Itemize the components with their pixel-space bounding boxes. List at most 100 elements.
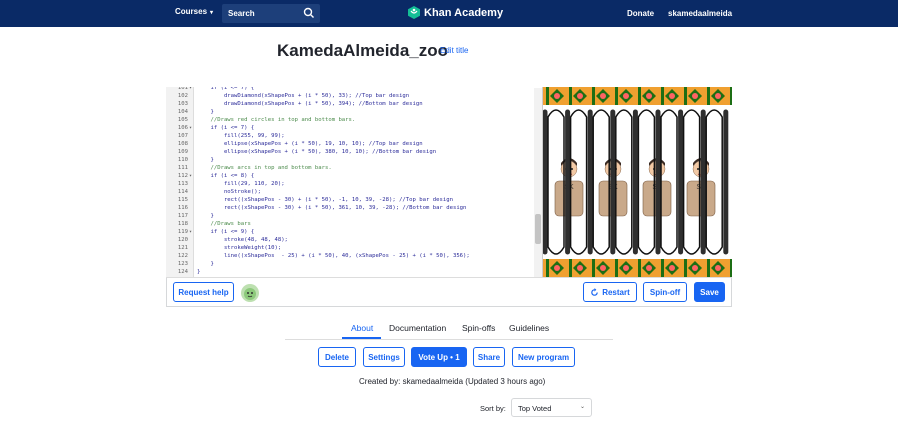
border-arc [707, 87, 710, 105]
new-program-button[interactable]: New program [512, 347, 575, 367]
border-circle [554, 265, 560, 271]
code-line[interactable]: 116 rect((xShapePos - 30) + (i * 50), 36… [166, 204, 542, 212]
scrollbar-thumb[interactable] [535, 214, 541, 244]
code-line[interactable]: 123 } [166, 260, 542, 268]
restart-label: Restart [602, 287, 630, 297]
code-line[interactable]: 122 line((xShapePos - 25) + (i * 50), 40… [166, 252, 542, 260]
user-menu[interactable]: skamedaalmeida [668, 9, 732, 18]
code-line[interactable]: 119 ▾ if (i <= 9) { [166, 228, 542, 236]
line-number: 105 [177, 117, 188, 123]
border-circle [715, 265, 721, 271]
code-line[interactable]: 110 } [166, 156, 542, 164]
fold-toggle-icon[interactable]: ▾ [189, 172, 192, 180]
program-output-canvas[interactable]: SKSKSKSK [543, 87, 732, 277]
line-number: 106 [177, 125, 188, 131]
avatar[interactable] [241, 284, 259, 302]
request-help-button[interactable]: Request help [173, 282, 234, 302]
tab-documentation[interactable]: Documentation [389, 323, 446, 333]
border-arc [546, 87, 549, 105]
courses-menu[interactable]: Courses ▾ [175, 7, 213, 16]
code-text: } [197, 213, 214, 219]
fold-toggle-icon[interactable]: ▾ [189, 124, 192, 132]
settings-button[interactable]: Settings [363, 347, 405, 367]
search-icon[interactable] [303, 7, 315, 19]
fold-toggle-icon[interactable]: ▾ [189, 228, 192, 236]
code-line[interactable]: 118 //Draws bars [166, 220, 542, 228]
border-circle [646, 93, 652, 99]
border-circle [669, 93, 675, 99]
search-box[interactable]: Search [222, 4, 320, 23]
program-title: KamedaAlmeida_zoo [277, 41, 448, 60]
spinoff-button[interactable]: Spin-off [643, 282, 687, 302]
search-label: Search [228, 9, 255, 18]
line-number: 116 [177, 205, 188, 211]
code-line[interactable]: 120 stroke(48, 48, 48); [166, 236, 542, 244]
tab-about[interactable]: About [351, 323, 373, 333]
code-line[interactable]: 109 ellipse(xShapePos + (i * 50), 380, 1… [166, 148, 542, 156]
line-number: 111 [177, 165, 188, 171]
line-number: 108 [177, 141, 188, 147]
code-line[interactable]: 124} [166, 268, 542, 276]
restart-button[interactable]: Restart [583, 282, 637, 302]
code-line[interactable]: 115 rect((xShapePos - 30) + (i * 50), -1… [166, 196, 542, 204]
code-line[interactable]: 104 } [166, 108, 542, 116]
code-line[interactable]: 103 drawDiamond(xShapePos + (i * 50), 39… [166, 100, 542, 108]
code-line[interactable]: 105 //Draws red circles in top and botto… [166, 116, 542, 124]
courses-label: Courses [175, 7, 208, 16]
tab-spin-offs[interactable]: Spin-offs [462, 323, 495, 333]
code-line[interactable]: 113 fill(29, 110, 20); [166, 180, 542, 188]
khan-academy-logo[interactable]: Khan Academy [408, 6, 503, 19]
code-text: rect((xShapePos - 30) + (i * 50), 361, 1… [197, 205, 467, 211]
tab-guidelines[interactable]: Guidelines [509, 323, 549, 333]
active-tab-indicator [342, 337, 381, 339]
donate-link[interactable]: Donate [627, 9, 654, 18]
border-arc [638, 87, 641, 105]
line-number: 118 [177, 221, 188, 227]
border-arc [592, 87, 595, 105]
border-arc [615, 259, 618, 277]
code-line[interactable]: 111 //Draws arcs in top and bottom bars. [166, 164, 542, 172]
border-circle [577, 265, 583, 271]
line-number: 122 [177, 253, 188, 259]
border-arc [707, 259, 710, 277]
border-arc [730, 259, 732, 277]
code-line[interactable]: 112 ▾ if (i <= 8) { [166, 172, 542, 180]
code-text: rect((xShapePos - 30) + (i * 50), -1, 10… [197, 197, 453, 203]
border-circle [715, 93, 721, 99]
border-arc [730, 87, 732, 105]
code-line[interactable]: 107 fill(255, 99, 99); [166, 132, 542, 140]
line-number: 113 [177, 181, 188, 187]
code-line[interactable]: 114 noStroke(); [166, 188, 542, 196]
delete-button[interactable]: Delete [318, 347, 356, 367]
editor-scrollbar[interactable] [534, 88, 542, 277]
line-number: 109 [177, 149, 188, 155]
share-button[interactable]: Share [473, 347, 505, 367]
figure-eye [697, 168, 699, 170]
sort-select[interactable]: Top Voted ⌄ [511, 398, 592, 417]
code-text: } [197, 269, 201, 275]
code-text: //Draws bars [197, 221, 251, 227]
code-editor[interactable]: 101 ▾ if (i <= 7) {102 drawDiamond(xShape… [166, 87, 543, 277]
code-text: fill(29, 110, 20); [197, 181, 285, 187]
code-text: noStroke(); [197, 189, 261, 195]
border-arc [546, 259, 549, 277]
line-number: 107 [177, 133, 188, 139]
line-number: 102 [177, 93, 188, 99]
edit-title-link[interactable]: Edit title [440, 46, 468, 55]
save-button[interactable]: Save [694, 282, 725, 302]
code-line[interactable]: 102 drawDiamond(xShapePos + (i * 50), 33… [166, 92, 542, 100]
top-navbar: Courses ▾ Search Khan Academy Donate skam… [0, 0, 898, 27]
brand-name: Khan Academy [424, 6, 504, 19]
code-line[interactable]: 117 } [166, 212, 542, 220]
code-line[interactable]: 121 strokeWeight(10); [166, 244, 542, 252]
code-line[interactable]: 108 ellipse(xShapePos + (i * 50), 19, 10… [166, 140, 542, 148]
border-circle [600, 93, 606, 99]
line-number: 119 [177, 229, 188, 235]
vote-up-button[interactable]: Vote Up • 1 [411, 347, 467, 367]
line-number: 103 [177, 101, 188, 107]
border-circle [646, 265, 652, 271]
code-text: //Draws arcs in top and bottom bars. [197, 165, 332, 171]
restart-icon [591, 287, 598, 296]
line-number: 110 [177, 157, 188, 163]
code-line[interactable]: 106 ▾ if (i <= 7) { [166, 124, 542, 132]
